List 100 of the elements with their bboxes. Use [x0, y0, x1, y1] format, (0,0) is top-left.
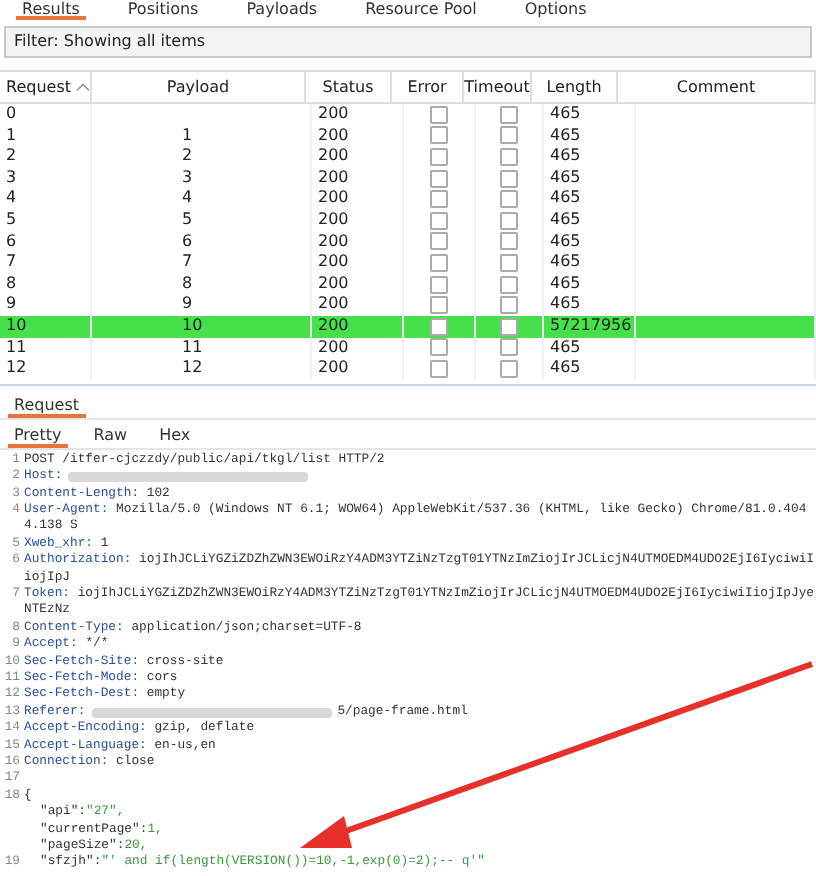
table-cell: 200 — [312, 252, 404, 274]
table-cell: 2 — [92, 146, 312, 168]
table-cell: 200 — [312, 125, 404, 147]
table-cell: 7 — [92, 252, 312, 274]
table-cell: 8 — [92, 273, 312, 295]
table-row[interactable]: 4 4 200 465 — [0, 188, 816, 210]
table-cell: 12 — [0, 358, 92, 380]
error-checkbox[interactable] — [430, 105, 448, 124]
table-cell: 200 — [312, 337, 404, 359]
table-cell: 7 — [0, 252, 92, 274]
tab[interactable]: Results — [16, 0, 86, 20]
table-cell: 6 — [0, 231, 92, 253]
table-cell: 200 — [312, 273, 404, 295]
table-row[interactable]: 2 2 200 465 — [0, 146, 816, 168]
column-header[interactable]: Status — [306, 72, 392, 102]
error-checkbox[interactable] — [430, 190, 448, 209]
table-cell: 0 — [0, 104, 92, 126]
tab[interactable]: Options — [518, 0, 593, 20]
error-checkbox[interactable] — [430, 253, 448, 272]
column-header[interactable]: Comment — [618, 72, 816, 102]
timeout-checkbox[interactable] — [500, 317, 518, 336]
table-row[interactable]: 5 5 200 465 — [0, 209, 816, 232]
tab[interactable]: Resource Pool — [359, 0, 483, 20]
column-header[interactable]: Timeout — [464, 72, 532, 102]
table-cell: 11 — [92, 337, 312, 359]
table-row[interactable]: 6 6 200 465 — [0, 231, 816, 253]
timeout-checkbox[interactable] — [500, 296, 518, 315]
table-cell: 465 — [544, 209, 636, 232]
table-row[interactable]: 7 7 200 465 — [0, 252, 816, 274]
table-cell: 465 — [544, 167, 636, 189]
table-cell: 200 — [312, 231, 404, 253]
table-cell: 3 — [92, 167, 312, 189]
table-row[interactable]: 0 200 465 — [0, 104, 816, 126]
column-header[interactable]: Error — [392, 72, 464, 102]
table-row[interactable]: 12 12 200 465 — [0, 358, 816, 380]
sort-ascending-icon — [75, 82, 89, 92]
error-checkbox[interactable] — [430, 169, 448, 188]
tab[interactable]: Payloads — [240, 0, 324, 20]
timeout-checkbox[interactable] — [500, 359, 518, 378]
table-cell: 465 — [544, 146, 636, 168]
table-cell: 8 — [0, 273, 92, 295]
error-checkbox[interactable] — [430, 232, 448, 251]
timeout-checkbox[interactable] — [500, 232, 518, 251]
timeout-checkbox[interactable] — [500, 275, 518, 294]
table-cell: 465 — [544, 252, 636, 274]
table-cell: 4 — [0, 188, 92, 210]
error-checkbox[interactable] — [430, 317, 448, 336]
table-cell: 465 — [544, 337, 636, 359]
table-cell: 5 — [0, 209, 92, 232]
table-cell: 4 — [92, 188, 312, 210]
table-cell: 57217956 — [544, 315, 636, 338]
table-cell: 200 — [312, 315, 404, 338]
table-row[interactable]: 11 11 200 465 — [0, 337, 816, 359]
error-checkbox[interactable] — [430, 296, 448, 315]
column-header[interactable]: Request — [0, 72, 92, 102]
timeout-checkbox[interactable] — [500, 253, 518, 272]
table-cell: 3 — [0, 167, 92, 189]
table-cell: 200 — [312, 209, 404, 232]
table-cell: 10 — [92, 315, 312, 338]
table-cell: 1 — [0, 125, 92, 147]
error-checkbox[interactable] — [430, 338, 448, 357]
table-row[interactable]: 1 1 200 465 — [0, 125, 816, 147]
error-checkbox[interactable] — [430, 211, 448, 230]
table-row[interactable]: 3 3 200 465 — [0, 167, 816, 189]
table-cell: 11 — [0, 337, 92, 359]
timeout-checkbox[interactable] — [500, 147, 518, 166]
table-cell: 2 — [0, 146, 92, 168]
error-checkbox[interactable] — [430, 275, 448, 294]
timeout-checkbox[interactable] — [500, 169, 518, 188]
table-cell: 200 — [312, 188, 404, 210]
tab[interactable]: Hex — [153, 425, 197, 448]
timeout-checkbox[interactable] — [500, 105, 518, 124]
table-row[interactable]: 8 8 200 465 — [0, 273, 816, 295]
table-cell: 1 — [92, 125, 312, 147]
table-cell: 6 — [92, 231, 312, 253]
timeout-checkbox[interactable] — [500, 126, 518, 145]
table-cell: 200 — [312, 358, 404, 380]
column-header[interactable]: Length — [532, 72, 618, 102]
timeout-checkbox[interactable] — [500, 211, 518, 230]
tab[interactable]: Raw — [87, 425, 134, 448]
tab[interactable]: Request — [8, 395, 85, 418]
tab[interactable]: Positions — [121, 0, 205, 20]
table-cell: 200 — [312, 146, 404, 168]
table-cell: 200 — [312, 167, 404, 189]
table-cell: 5 — [92, 209, 312, 232]
table-cell: 465 — [544, 104, 636, 126]
filter-bar[interactable]: Filter: Showing all items — [4, 26, 812, 58]
table-cell: 12 — [92, 358, 312, 380]
table-cell: 465 — [544, 188, 636, 210]
table-cell: 465 — [544, 273, 636, 295]
table-cell: 465 — [544, 231, 636, 253]
error-checkbox[interactable] — [430, 147, 448, 166]
timeout-checkbox[interactable] — [500, 190, 518, 209]
error-checkbox[interactable] — [430, 126, 448, 145]
table-cell: 465 — [544, 125, 636, 147]
table-row[interactable]: 10 10 200 57217956 — [0, 315, 816, 338]
column-header[interactable]: Payload — [92, 72, 306, 102]
error-checkbox[interactable] — [430, 359, 448, 378]
timeout-checkbox[interactable] — [500, 338, 518, 357]
tab[interactable]: Pretty — [8, 425, 68, 448]
